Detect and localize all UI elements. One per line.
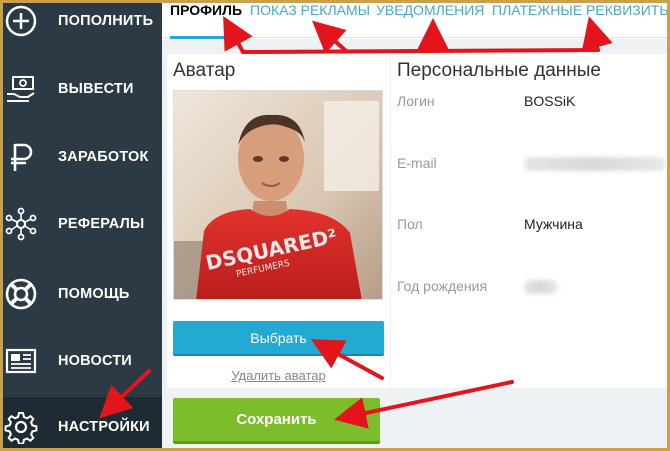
gear-icon: [4, 410, 38, 444]
gender-value: Мужчина: [524, 216, 583, 232]
tab-notifications[interactable]: УВЕДОМЛЕНИЯ: [376, 0, 484, 38]
gender-label: Пол: [397, 216, 423, 232]
sidebar-item-news[interactable]: НОВОСТИ: [0, 328, 162, 394]
birth-year-value-blurred: [524, 280, 558, 294]
login-label: Логин: [397, 93, 435, 109]
tab-profile[interactable]: ПРОФИЛЬ: [170, 0, 243, 39]
sidebar-item-label: ПОМОЩЬ: [58, 286, 130, 302]
email-value-blurred: [524, 157, 666, 171]
save-button[interactable]: Сохранить: [173, 398, 380, 444]
sidebar-item-label: ПОПОЛНИТЬ: [58, 13, 154, 29]
sidebar-item-label: НОВОСТИ: [58, 353, 132, 369]
newspaper-icon: [4, 344, 38, 378]
sidebar-item-label: ЗАРАБОТОК: [58, 149, 149, 165]
sidebar-item-settings[interactable]: НАСТРОЙКИ: [0, 397, 162, 451]
tab-ad-display[interactable]: ПОКАЗ РЕКЛАМЫ: [250, 0, 370, 38]
sidebar-item-deposit[interactable]: ПОПОЛНИТЬ: [0, 0, 162, 54]
sidebar: ПОПОЛНИТЬ ВЫВЕСТИ ЗАРАБОТОК РЕФЕРАЛЫ ПОМ…: [0, 0, 162, 451]
sidebar-item-label: РЕФЕРАЛЫ: [58, 216, 145, 232]
network-icon: [4, 207, 38, 241]
login-value: BOSSiK: [524, 93, 576, 109]
sidebar-item-label: НАСТРОЙКИ: [58, 419, 150, 435]
avatar-title: Аватар: [173, 60, 236, 81]
plus-circle-icon: [4, 4, 38, 38]
lifebuoy-icon: [4, 277, 38, 311]
hand-money-icon: [4, 72, 38, 106]
sidebar-item-help[interactable]: ПОМОЩЬ: [0, 261, 162, 327]
sidebar-item-referrals[interactable]: РЕФЕРАЛЫ: [0, 191, 162, 257]
delete-avatar-link[interactable]: Удалить аватар: [173, 368, 384, 383]
tab-payment-details[interactable]: ПЛАТЕЖНЫЕ РЕКВИЗИТЫ: [492, 0, 670, 38]
personal-data-title: Персональные данные: [397, 60, 601, 81]
ruble-icon: [4, 140, 38, 174]
tab-bar: ПРОФИЛЬ ПОКАЗ РЕКЛАМЫ УВЕДОМЛЕНИЯ ПЛАТЕЖ…: [162, 0, 670, 39]
birth-year-label: Год рождения: [397, 278, 488, 294]
avatar-image: DSQUARED² PERFUMERS: [173, 90, 383, 300]
sidebar-item-withdraw[interactable]: ВЫВЕСТИ: [0, 56, 162, 122]
sidebar-item-label: ВЫВЕСТИ: [58, 81, 134, 97]
email-label: E-mail: [397, 155, 437, 171]
choose-avatar-button[interactable]: Выбрать: [173, 321, 384, 356]
sidebar-item-earnings[interactable]: ЗАРАБОТОК: [0, 124, 162, 190]
